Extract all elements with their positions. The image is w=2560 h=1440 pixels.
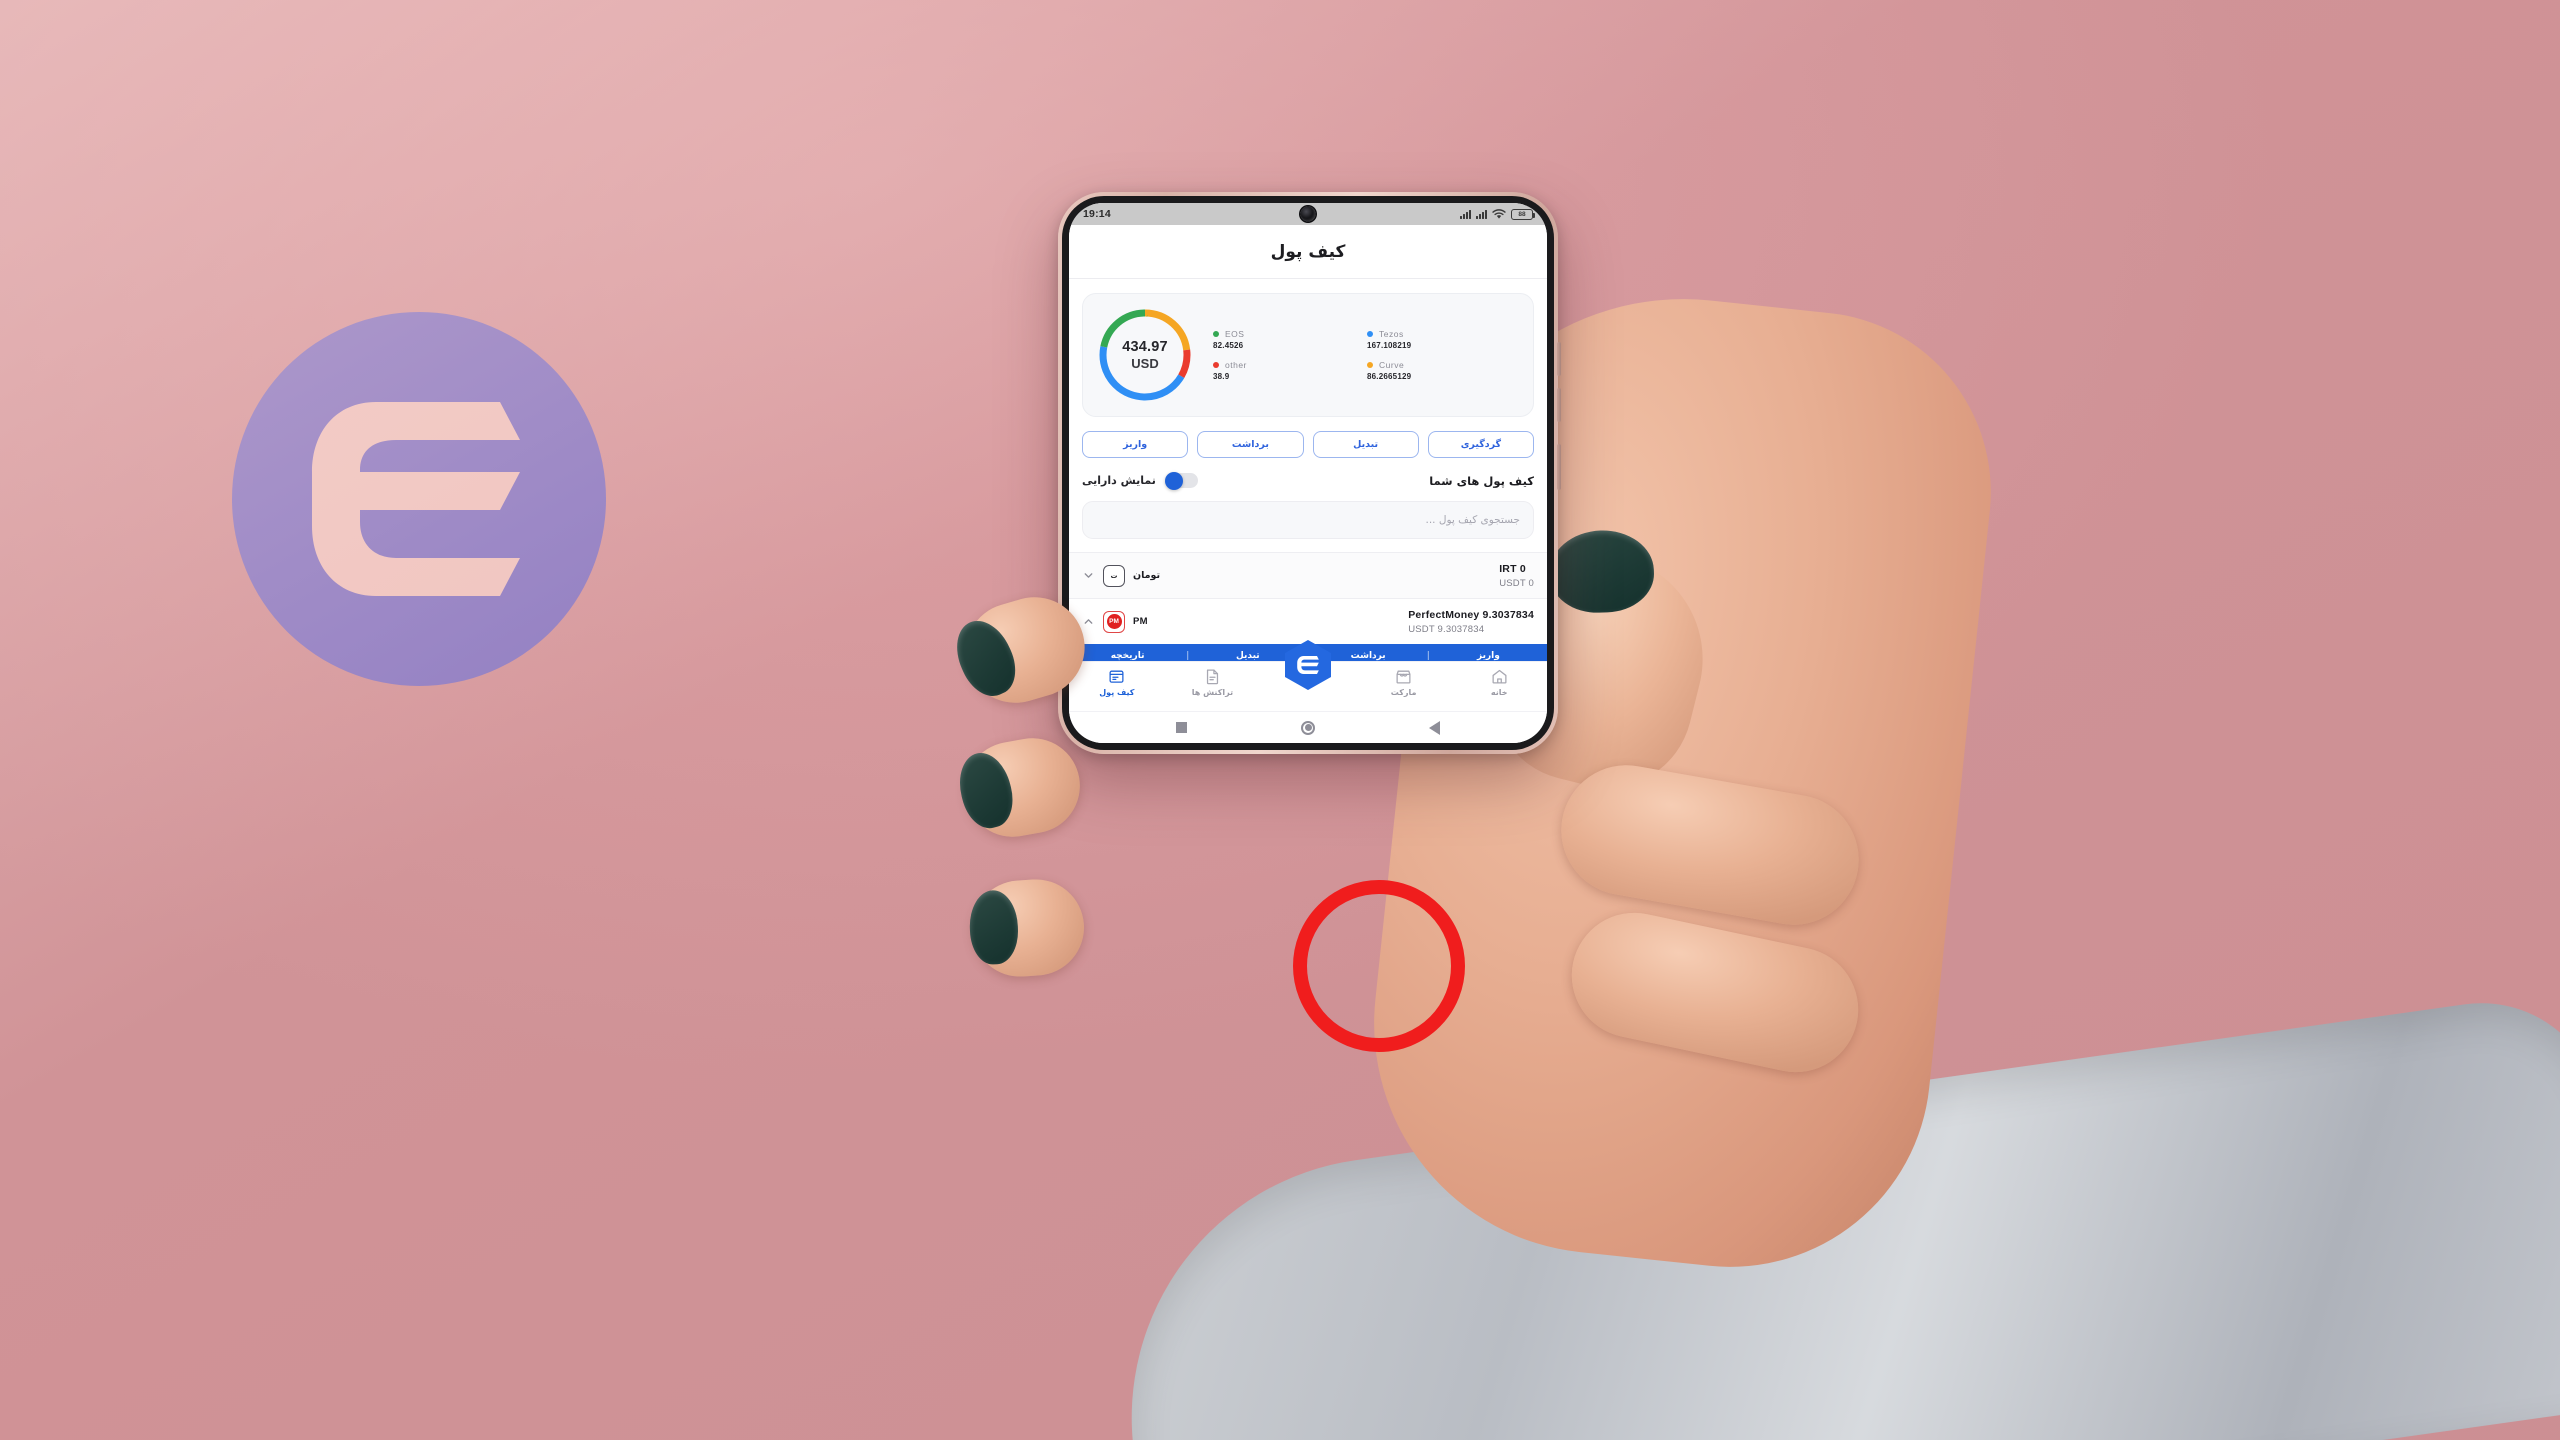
balance-card: 434.97 USD EOS 82.4526 Tezos 167.108219 …	[1082, 293, 1534, 417]
status-time: 19:14	[1083, 208, 1111, 220]
home-button[interactable]	[1301, 720, 1315, 735]
front-camera-icon	[1300, 206, 1316, 222]
wallet-secondary-amount: USDT 9.3037834	[1408, 623, 1485, 635]
nav-item-market[interactable]: مارکت	[1356, 668, 1452, 697]
page-title: کیف پول	[1270, 241, 1346, 262]
withdraw-button[interactable]: برداشت	[1197, 431, 1304, 458]
nav-label: خانه	[1490, 688, 1508, 697]
row-deposit-button[interactable]: واریز	[1430, 651, 1547, 661]
battery-percent: 88	[1518, 210, 1526, 218]
chevron-up-icon[interactable]	[1082, 615, 1095, 628]
show-assets-toggle[interactable]	[1164, 471, 1198, 490]
wallets-section-title: کیف پول های شما	[1429, 473, 1534, 488]
toman-badge-text: ت	[1110, 571, 1118, 580]
total-balance-unit: USD	[1131, 355, 1159, 371]
finger-nail	[968, 889, 1020, 966]
nav-item-transactions[interactable]: تراکنش ها	[1165, 668, 1261, 697]
volume-down-button[interactable]	[1557, 388, 1561, 422]
legend-value: 82.4526	[1213, 341, 1244, 350]
app-body: 434.97 USD EOS 82.4526 Tezos 167.108219 …	[1069, 279, 1547, 661]
wallets-toggle-row: کیف پول های شما نمایش دارایی	[1082, 471, 1534, 490]
perfectmoney-icon: PM	[1103, 610, 1125, 633]
finger-nail	[952, 747, 1020, 834]
android-system-nav	[1069, 711, 1547, 743]
legend-label: Curve	[1379, 360, 1405, 370]
convert-button[interactable]: تبدیل	[1312, 431, 1419, 458]
status-bar: 19:14 88	[1069, 203, 1547, 225]
wallet-row[interactable]: IRT 0 USDT 0 تومان ت	[1069, 552, 1547, 598]
donut-center-label: 434.97 USD	[1122, 338, 1168, 372]
recents-button[interactable]	[1176, 722, 1187, 733]
back-button[interactable]	[1429, 720, 1440, 735]
wallet-card-icon	[1109, 670, 1124, 683]
legend-color-dot	[1213, 362, 1219, 368]
toman-icon: ت	[1103, 564, 1125, 587]
wallet-name: تومان	[1133, 570, 1161, 581]
phone-screen: 19:14 88 کیف پول 434.97 USD EOS 82.4526 …	[1069, 203, 1547, 743]
nav-label: کیف پول	[1099, 688, 1135, 697]
wallet-primary-amount: IRT 0	[1499, 562, 1526, 575]
finger	[968, 876, 1088, 980]
wifi-icon	[1492, 208, 1506, 219]
legend-value: 167.108219	[1367, 341, 1412, 350]
legend-item: EOS 82.4526	[1213, 329, 1367, 350]
separator: |	[1426, 651, 1430, 661]
legend-item: Curve 86.2665129	[1367, 360, 1521, 381]
legend-label: Tezos	[1379, 329, 1404, 339]
nav-label: تراکنش ها	[1191, 688, 1234, 697]
battery-icon: 88	[1511, 208, 1536, 220]
row-history-button[interactable]: تاریخچه	[1069, 651, 1186, 661]
legend-item: Tezos 167.108219	[1367, 329, 1521, 350]
search-input[interactable]	[1082, 501, 1534, 539]
chart-legend: EOS 82.4526 Tezos 167.108219 other 38.9 …	[1203, 329, 1521, 381]
home-icon	[1492, 669, 1507, 684]
status-icons: 88	[1460, 208, 1536, 220]
finger-nail	[946, 611, 1026, 705]
brand-mark-glyph	[1297, 656, 1319, 674]
volume-up-button[interactable]	[1557, 342, 1561, 376]
phone-device: 19:14 88 کیف پول 434.97 USD EOS 82.4526 …	[1058, 192, 1561, 754]
brand-hexagon-icon	[1285, 640, 1331, 690]
legend-value: 86.2665129	[1367, 372, 1412, 381]
legend-color-dot	[1213, 331, 1219, 337]
search-wrap	[1082, 501, 1534, 539]
bottom-navigation: خانه مارکت تراکنش ها کیف پول	[1069, 640, 1547, 711]
power-button[interactable]	[1557, 444, 1561, 490]
legend-label: EOS	[1225, 329, 1245, 339]
wallet-actions-row: گردگیری تبدیل برداشت واریز	[1082, 431, 1534, 458]
nav-item-home[interactable]: خانه	[1451, 668, 1547, 697]
separator: |	[1186, 651, 1190, 661]
legend-color-dot	[1367, 362, 1373, 368]
store-icon	[1396, 670, 1411, 684]
legend-item: other 38.9	[1213, 360, 1367, 381]
legend-label: other	[1225, 360, 1247, 370]
total-balance-value: 434.97	[1122, 338, 1168, 355]
brand-logo-fab[interactable]	[1285, 640, 1331, 690]
show-assets-label: نمایش دارایی	[1082, 474, 1156, 487]
dust-collect-button[interactable]: گردگیری	[1427, 431, 1534, 458]
wallet-name: PM	[1133, 616, 1148, 627]
portfolio-donut-chart: 434.97 USD	[1095, 305, 1195, 405]
wallet-secondary-amount: USDT 0	[1499, 577, 1534, 589]
brand-glyph-icon	[312, 402, 520, 596]
signal-bars-icon	[1460, 209, 1471, 219]
legend-color-dot	[1367, 331, 1373, 337]
chevron-down-icon[interactable]	[1082, 569, 1095, 582]
wallet-row[interactable]: PerfectMoney 9.3037834 USDT 9.3037834 PM…	[1069, 598, 1547, 644]
scene: 19:14 88 کیف پول 434.97 USD EOS 82.4526 …	[0, 0, 2560, 1440]
nav-item-wallet[interactable]: کیف پول	[1069, 668, 1165, 697]
signal-bars-icon	[1476, 209, 1487, 219]
background-brand-logo	[232, 312, 606, 686]
document-icon	[1206, 669, 1219, 685]
app-header: کیف پول	[1069, 225, 1547, 279]
deposit-button[interactable]: واریز	[1082, 431, 1189, 458]
wallet-primary-amount: PerfectMoney 9.3037834	[1408, 608, 1534, 621]
perfectmoney-badge-text: PM	[1106, 614, 1122, 629]
legend-value: 38.9	[1213, 372, 1230, 381]
nav-label: مارکت	[1390, 688, 1417, 697]
